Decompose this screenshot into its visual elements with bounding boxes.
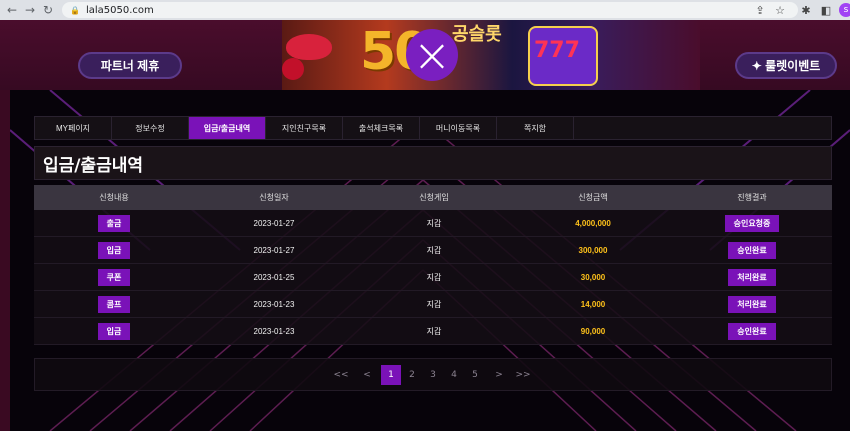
profile-avatar[interactable]: s [839, 3, 850, 17]
status-badge: 처리완료 [728, 268, 776, 286]
tab-mypage[interactable]: MY페이지 [35, 117, 112, 139]
table-row: 출금 2023-01-27 지갑 4,000,000 승인요청중 [34, 210, 832, 237]
banner-logo-text: 공슬롯 [452, 24, 502, 45]
col-status: 진행결과 [737, 193, 767, 202]
amount-cell: 30,000 [580, 272, 606, 282]
col-type: 신청내용 [99, 193, 129, 202]
status-badge: 승인완료 [728, 322, 776, 340]
tab-money-transfer[interactable]: 머니이동목록 [420, 117, 497, 139]
page-2-button[interactable]: 2 [402, 365, 422, 385]
table-row: 콤프 2023-01-23 지갑 14,000 처리완료 [34, 291, 832, 318]
slot-banner: 50 공슬롯 777 [282, 20, 700, 90]
site-body: 50 공슬롯 777 파트너 제휴 ✦ 룰렛이벤트 MY페이지 정보수정 입금/… [0, 20, 850, 431]
page-4-button[interactable]: 4 [444, 365, 464, 385]
tab-bar: MY페이지 정보수정 입금/출금내역 지인친구목록 출석체크목록 머니이동목록 … [34, 116, 832, 140]
page-1-button[interactable]: 1 [381, 365, 401, 385]
page-3-button[interactable]: 3 [423, 365, 443, 385]
page-5-button[interactable]: 5 [465, 365, 485, 385]
amount-cell: 300,000 [578, 245, 608, 255]
type-badge: 입금 [97, 322, 131, 340]
page-prev-button[interactable]: < [357, 365, 377, 385]
partner-button[interactable]: 파트너 제휴 [78, 52, 182, 79]
table-row: 쿠폰 2023-01-25 지갑 30,000 처리완료 [34, 264, 832, 291]
amount-cell: 4,000,000 [575, 218, 611, 228]
game-cell: 지갑 [426, 245, 442, 255]
amount-cell: 14,000 [580, 299, 606, 309]
col-game: 신청게임 [419, 193, 449, 202]
roulette-event-button[interactable]: ✦ 룰렛이벤트 [735, 52, 837, 79]
type-badge: 쿠폰 [97, 268, 131, 286]
game-cell: 지갑 [426, 272, 442, 282]
game-cell: 지갑 [426, 299, 442, 309]
side-panel-icon[interactable]: ◧ [818, 2, 834, 18]
browser-toolbar: ← → ↻ 🔒 lala5050.com ⇪ ☆ ✱ ◧ s [0, 0, 850, 20]
table-row: 입금 2023-01-27 지갑 300,000 승인완료 [34, 237, 832, 264]
close-icon[interactable]: × [406, 29, 458, 81]
date-cell: 2023-01-23 [253, 299, 295, 309]
tab-messages[interactable]: 쪽지함 [497, 117, 574, 139]
page-last-button[interactable]: >> [513, 365, 533, 385]
date-cell: 2023-01-25 [253, 272, 295, 282]
col-amount: 신청금액 [578, 193, 608, 202]
amount-cell: 90,000 [580, 326, 606, 336]
type-badge: 출금 [97, 214, 131, 232]
tab-friend-list[interactable]: 지인친구목록 [266, 117, 343, 139]
extensions-icon[interactable]: ✱ [798, 2, 814, 18]
tab-deposit-withdraw[interactable]: 입금/출금내역 [189, 117, 266, 139]
cherry-graphic [282, 58, 304, 80]
star-icon[interactable]: ☆ [772, 2, 788, 18]
page-first-button[interactable]: << [331, 365, 351, 385]
type-badge: 콤프 [97, 295, 131, 313]
share-icon[interactable]: ⇪ [752, 2, 768, 18]
date-cell: 2023-01-27 [253, 245, 295, 255]
date-cell: 2023-01-23 [253, 326, 295, 336]
page-next-button[interactable]: > [489, 365, 509, 385]
reload-icon[interactable]: ↻ [40, 2, 56, 18]
status-badge: 승인완료 [728, 241, 776, 259]
pagination: << < 1 2 3 4 5 > >> [34, 358, 832, 391]
tab-edit-info[interactable]: 정보수정 [112, 117, 189, 139]
game-cell: 지갑 [426, 326, 442, 336]
table-header: 신청내용 신청일자 신청게임 신청금액 진행결과 [34, 185, 832, 210]
forward-icon[interactable]: → [22, 2, 38, 18]
url-text: lala5050.com [85, 4, 154, 16]
lock-icon: 🔒 [70, 5, 80, 15]
table-row: 입금 2023-01-23 지갑 90,000 승인완료 [34, 318, 832, 345]
lips-graphic [286, 34, 332, 60]
type-badge: 입금 [97, 241, 131, 259]
tab-attendance[interactable]: 출석체크목록 [343, 117, 420, 139]
back-icon[interactable]: ← [4, 2, 20, 18]
page-title: 입금/출금내역 [34, 146, 832, 180]
address-bar[interactable]: 🔒 lala5050.com [62, 2, 798, 18]
col-date: 신청일자 [259, 193, 289, 202]
modal-panel: MY페이지 정보수정 입금/출금내역 지인친구목록 출석체크목록 머니이동목록 … [10, 90, 850, 431]
status-badge: 승인요청중 [724, 214, 780, 232]
slot-machine-text: 777 [534, 38, 580, 63]
status-badge: 처리완료 [728, 295, 776, 313]
game-cell: 지갑 [426, 218, 442, 228]
date-cell: 2023-01-27 [253, 218, 295, 228]
